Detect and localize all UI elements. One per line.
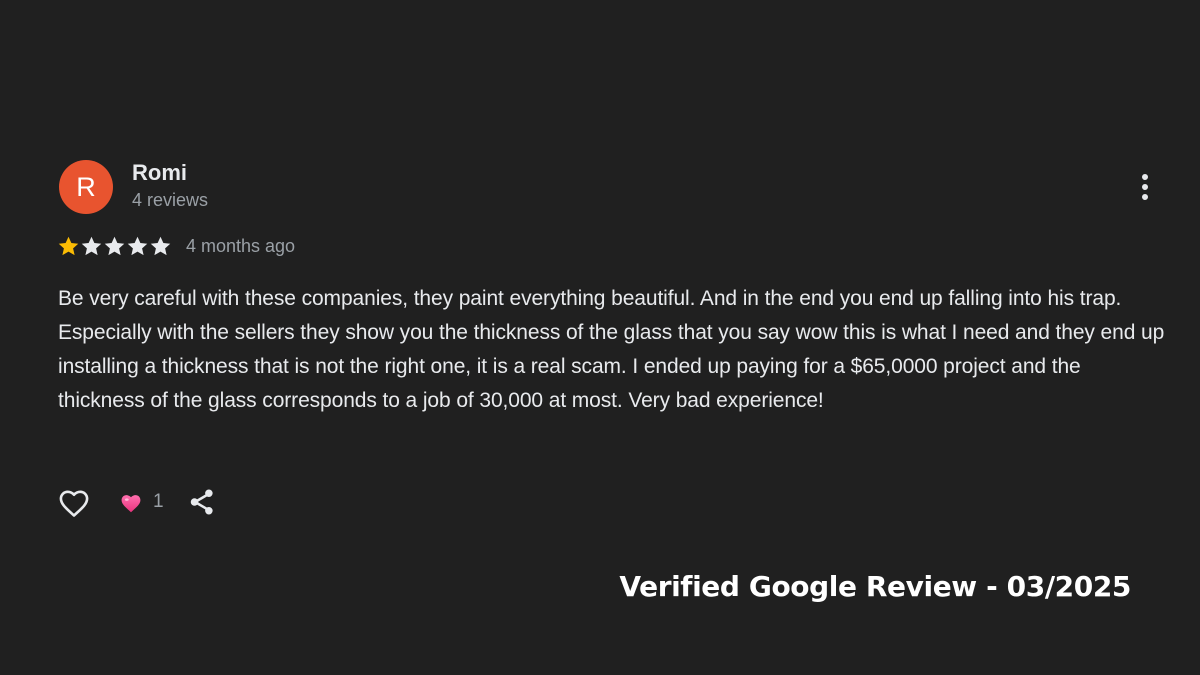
star-rating: [57, 235, 172, 257]
share-button[interactable]: [186, 486, 218, 518]
review-text: Be very careful with these companies, th…: [58, 287, 1165, 412]
reaction-summary[interactable]: 1: [118, 491, 164, 514]
star-empty-icon: [127, 236, 148, 256]
star-empty-icon: [150, 236, 171, 256]
reviewer-name[interactable]: Romi: [132, 160, 187, 186]
rating-row: 4 months ago: [57, 233, 295, 259]
review-actions: 1: [56, 484, 218, 520]
avatar[interactable]: R: [59, 160, 113, 214]
heart-outline-icon: [59, 490, 89, 517]
pink-heart-icon: [121, 494, 141, 512]
reaction-count: 1: [153, 491, 164, 512]
verified-caption: Verified Google Review - 03/2025: [619, 570, 1131, 603]
reviewer-review-count[interactable]: 4 reviews: [132, 190, 208, 211]
review-time: 4 months ago: [186, 235, 296, 256]
avatar-initial: R: [76, 171, 96, 202]
star-empty-icon: [81, 236, 102, 256]
like-button[interactable]: [56, 484, 92, 520]
star-filled-icon: [58, 236, 79, 256]
more-options-button[interactable]: [1130, 170, 1160, 204]
star-empty-icon: [104, 236, 125, 256]
more-vert-icon: [1142, 174, 1148, 200]
share-icon: [190, 489, 213, 515]
